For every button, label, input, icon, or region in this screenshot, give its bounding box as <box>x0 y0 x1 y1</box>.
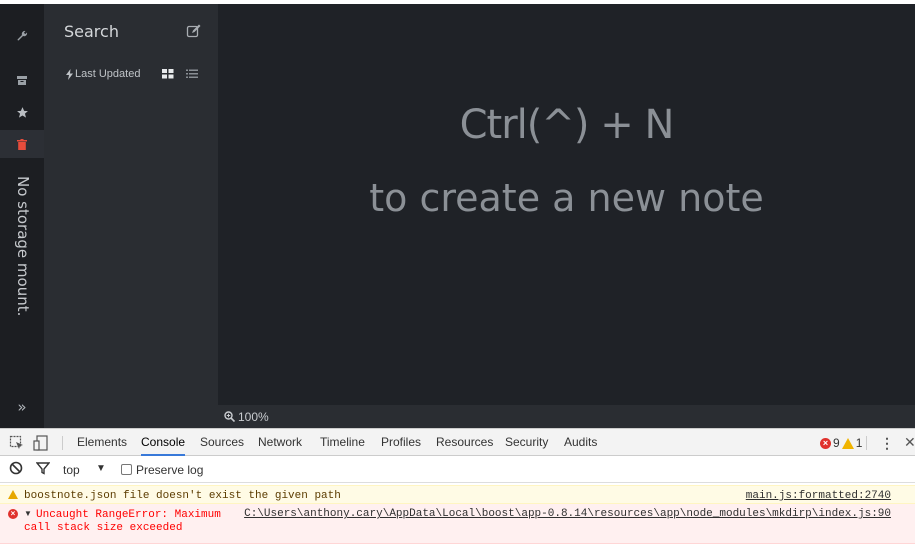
error-text-line1: Uncaught RangeError: Maximum <box>36 509 221 521</box>
double-chevron-right-icon: » <box>17 398 27 416</box>
sort-label: Last Updated <box>75 68 141 80</box>
list-view-button[interactable] <box>186 67 200 81</box>
clear-console-button[interactable] <box>9 461 25 477</box>
inspect-element-button[interactable] <box>9 435 25 451</box>
tab-audits[interactable]: Audits <box>564 429 597 456</box>
warning-text: boostnote.json file doesn't exist the gi… <box>24 490 341 502</box>
side-navigation: No storage mount. » <box>0 4 44 428</box>
new-note-button[interactable] <box>186 23 204 41</box>
all-notes-button[interactable] <box>0 66 44 94</box>
tab-timeline[interactable]: Timeline <box>320 429 365 456</box>
console-warning-message: boostnote.json file doesn't exist the gi… <box>0 485 915 504</box>
caret-down-icon[interactable]: ▼ <box>96 463 106 474</box>
devtools-tab-bar: Elements Console Sources Network Timeline Pro… <box>0 428 915 456</box>
starred-notes-button[interactable] <box>0 98 44 126</box>
inspect-cursor-icon <box>9 435 23 449</box>
status-bar: 100% <box>218 405 915 428</box>
detail-panel: Ctrl(^) + N to create a new note <box>218 4 915 428</box>
warning-icon <box>841 437 854 449</box>
error-icon: × <box>820 437 831 449</box>
storage-list: No storage mount. <box>6 176 38 316</box>
device-mode-button[interactable] <box>33 435 49 451</box>
warning-count: 1 <box>855 436 863 450</box>
tab-console[interactable]: Console <box>141 429 186 456</box>
grid-view-button[interactable] <box>162 67 176 81</box>
new-note-shortcut-hint: Ctrl(^) + N <box>459 102 675 148</box>
preserve-log-label: Preserve log <box>136 463 204 477</box>
tab-security[interactable]: Security <box>505 429 548 456</box>
error-source-link[interactable]: C:\Users\anthony.cary\AppData\Local\boos… <box>244 508 891 520</box>
filter-icon <box>35 462 51 475</box>
device-icon <box>33 435 48 451</box>
issue-counters[interactable]: × 9 1 <box>820 436 862 450</box>
devtools-panel: Elements Console Sources Network Timeline Pro… <box>0 428 915 559</box>
sort-by-control[interactable]: Last Updated <box>66 68 140 80</box>
console-toolbar: top ▼ Preserve log <box>0 456 915 483</box>
toggle-sidebar-button[interactable]: » <box>0 396 44 418</box>
bolt-icon <box>66 68 73 80</box>
preserve-log-checkbox[interactable] <box>121 464 132 475</box>
filter-button[interactable] <box>35 461 52 477</box>
no-storage-label: No storage mount. <box>14 176 32 317</box>
toolbar-divider <box>62 436 63 450</box>
close-devtools-button[interactable]: ✕ <box>904 434 915 451</box>
tab-profiles[interactable]: Profiles <box>381 429 421 456</box>
error-icon: × <box>8 509 18 519</box>
zoom-icon <box>224 411 235 422</box>
tab-network[interactable]: Network <box>258 429 302 456</box>
boostnote-app: No storage mount. » Search Last Updated <box>0 4 915 428</box>
warning-icon <box>8 490 18 499</box>
preferences-button[interactable] <box>0 22 44 50</box>
trash-button[interactable] <box>0 130 44 158</box>
expand-triangle-icon[interactable]: ▼ <box>24 509 32 518</box>
note-list-panel: Search Last Updated <box>44 4 218 428</box>
search-input[interactable]: Search <box>64 22 119 41</box>
error-count: 9 <box>833 436 840 450</box>
trash-icon <box>17 138 27 150</box>
star-icon <box>16 106 28 118</box>
context-selector[interactable]: top <box>63 463 80 477</box>
block-icon <box>9 461 23 475</box>
archive-icon <box>17 76 27 85</box>
zoom-level[interactable]: 100% <box>238 410 269 424</box>
wrench-icon <box>17 30 28 41</box>
edit-icon <box>186 24 201 38</box>
toolbar-divider <box>866 436 867 450</box>
console-error-message: × ▼ Uncaught RangeError: Maximum call st… <box>0 504 915 544</box>
new-note-instruction: to create a new note <box>369 176 764 220</box>
list-icon <box>186 69 198 78</box>
tab-elements[interactable]: Elements <box>77 429 127 456</box>
warning-source-link[interactable]: main.js:formatted:2740 <box>746 490 891 502</box>
more-options-button[interactable]: ⋮ <box>880 435 894 451</box>
grid-icon <box>162 69 174 79</box>
tab-resources[interactable]: Resources <box>436 429 493 456</box>
tab-sources[interactable]: Sources <box>200 429 244 456</box>
error-text-line2: call stack size exceeded <box>24 522 183 534</box>
